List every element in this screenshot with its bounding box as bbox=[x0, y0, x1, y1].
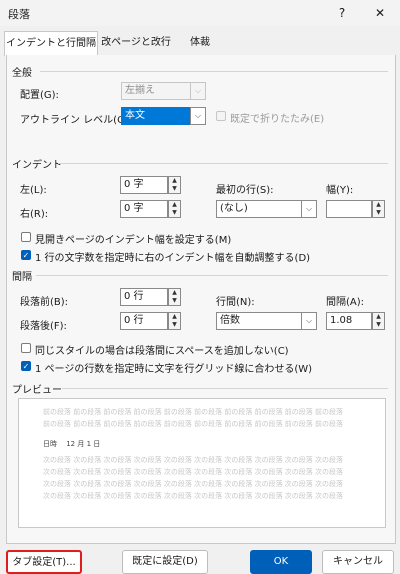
ok-button[interactable]: OK bbox=[250, 550, 312, 574]
tab-asian-typography[interactable]: 体裁 bbox=[176, 31, 224, 55]
help-button[interactable]: ? bbox=[333, 4, 351, 22]
section-indent: インデント bbox=[12, 160, 62, 171]
set-default-button[interactable]: 既定に設定(D) bbox=[122, 550, 208, 574]
alignment-label: 配置(G): bbox=[20, 90, 59, 101]
spacing-at-spinner[interactable]: ▲ ▼ bbox=[372, 312, 385, 330]
line-spacing-select[interactable]: 倍数 bbox=[216, 312, 302, 330]
auto-adjust-label: 1 行の文字数を指定時に右のインデント幅を自動調整する(D) bbox=[35, 253, 311, 264]
indent-left-input[interactable]: 0 字 bbox=[120, 176, 168, 194]
alignment-chevron-down-icon[interactable]: ⌵ bbox=[190, 82, 206, 100]
first-line-select[interactable]: (なし) bbox=[216, 200, 302, 218]
space-after-input[interactable]: 0 行 bbox=[120, 312, 168, 330]
section-general: 全般 bbox=[12, 68, 32, 79]
indent-width-label: 幅(Y): bbox=[326, 185, 354, 196]
preview-next-line: 次の段落 次の段落 次の段落 次の段落 次の段落 次の段落 次の段落 次の段落 … bbox=[43, 468, 344, 476]
indent-right-spinner[interactable]: ▲ ▼ bbox=[168, 200, 181, 218]
collapse-label: 既定で折りたたみ(E) bbox=[230, 114, 325, 125]
first-line-chevron-down-icon[interactable]: ⌵ bbox=[301, 200, 317, 218]
collapse-checkbox[interactable] bbox=[216, 111, 226, 121]
space-after-spinner[interactable]: ▲ ▼ bbox=[168, 312, 181, 330]
section-preview-divider bbox=[62, 388, 388, 389]
outline-level-chevron-down-icon[interactable]: ⌵ bbox=[190, 107, 206, 125]
no-space-checkbox[interactable] bbox=[21, 343, 31, 353]
tabs-button[interactable]: タブ設定(T)... bbox=[6, 550, 82, 574]
section-spacing-divider bbox=[36, 275, 388, 276]
section-spacing: 間隔 bbox=[12, 272, 32, 283]
preview-prev-line: 前の段落 前の段落 前の段落 前の段落 前の段落 前の段落 前の段落 前の段落 … bbox=[43, 408, 344, 416]
indent-left-label: 左(L): bbox=[20, 185, 47, 196]
auto-adjust-checkbox[interactable]: ✓ bbox=[21, 250, 31, 260]
spacing-at-label: 間隔(A): bbox=[326, 297, 365, 308]
indent-width-spinner[interactable]: ▲ ▼ bbox=[372, 200, 385, 218]
space-before-label: 段落前(B): bbox=[20, 297, 69, 308]
indent-right-label: 右(R): bbox=[20, 209, 49, 220]
outline-level-label: アウトライン レベル(O): bbox=[20, 115, 133, 126]
mirror-indents-label: 見開きページのインデント幅を設定する(M) bbox=[35, 235, 232, 246]
line-spacing-chevron-down-icon[interactable]: ⌵ bbox=[301, 312, 317, 330]
tab-line-page-breaks[interactable]: 改ページと改行 bbox=[100, 31, 172, 55]
cancel-button[interactable]: キャンセル bbox=[322, 550, 394, 574]
preview-pane: 前の段落 前の段落 前の段落 前の段落 前の段落 前の段落 前の段落 前の段落 … bbox=[18, 398, 386, 528]
preview-sample-text: 日時 12 月 1 日 bbox=[43, 440, 101, 448]
window-title: 段落 bbox=[8, 8, 30, 21]
section-preview: プレビュー bbox=[12, 385, 62, 396]
section-general-divider bbox=[40, 71, 388, 72]
snap-grid-checkbox[interactable]: ✓ bbox=[21, 361, 31, 371]
preview-next-line: 次の段落 次の段落 次の段落 次の段落 次の段落 次の段落 次の段落 次の段落 … bbox=[43, 480, 344, 488]
space-after-label: 段落後(F): bbox=[20, 321, 67, 332]
indent-width-input[interactable] bbox=[326, 200, 372, 218]
indent-right-input[interactable]: 0 字 bbox=[120, 200, 168, 218]
tab-indent-spacing[interactable]: インデントと行間隔 bbox=[4, 31, 98, 57]
outline-level-select[interactable]: 本文 bbox=[121, 107, 191, 125]
close-button[interactable]: ✕ bbox=[371, 4, 389, 22]
mirror-indents-checkbox[interactable] bbox=[21, 232, 31, 242]
preview-next-line: 次の段落 次の段落 次の段落 次の段落 次の段落 次の段落 次の段落 次の段落 … bbox=[43, 456, 344, 464]
line-spacing-label: 行間(N): bbox=[216, 297, 255, 308]
spacing-at-input[interactable]: 1.08 bbox=[326, 312, 372, 330]
first-line-label: 最初の行(S): bbox=[216, 185, 274, 196]
snap-grid-label: 1 ページの行数を指定時に文字を行グリッド線に合わせる(W) bbox=[35, 364, 313, 375]
preview-prev-line: 前の段落 前の段落 前の段落 前の段落 前の段落 前の段落 前の段落 前の段落 … bbox=[43, 420, 344, 428]
preview-next-line: 次の段落 次の段落 次の段落 次の段落 次の段落 次の段落 次の段落 次の段落 … bbox=[43, 492, 344, 500]
alignment-select[interactable]: 左揃え bbox=[121, 82, 191, 100]
space-before-spinner[interactable]: ▲ ▼ bbox=[168, 288, 181, 306]
indent-left-spinner[interactable]: ▲ ▼ bbox=[168, 176, 181, 194]
no-space-label: 同じスタイルの場合は段落間にスペースを追加しない(C) bbox=[35, 346, 289, 357]
space-before-input[interactable]: 0 行 bbox=[120, 288, 168, 306]
section-indent-divider bbox=[58, 163, 388, 164]
